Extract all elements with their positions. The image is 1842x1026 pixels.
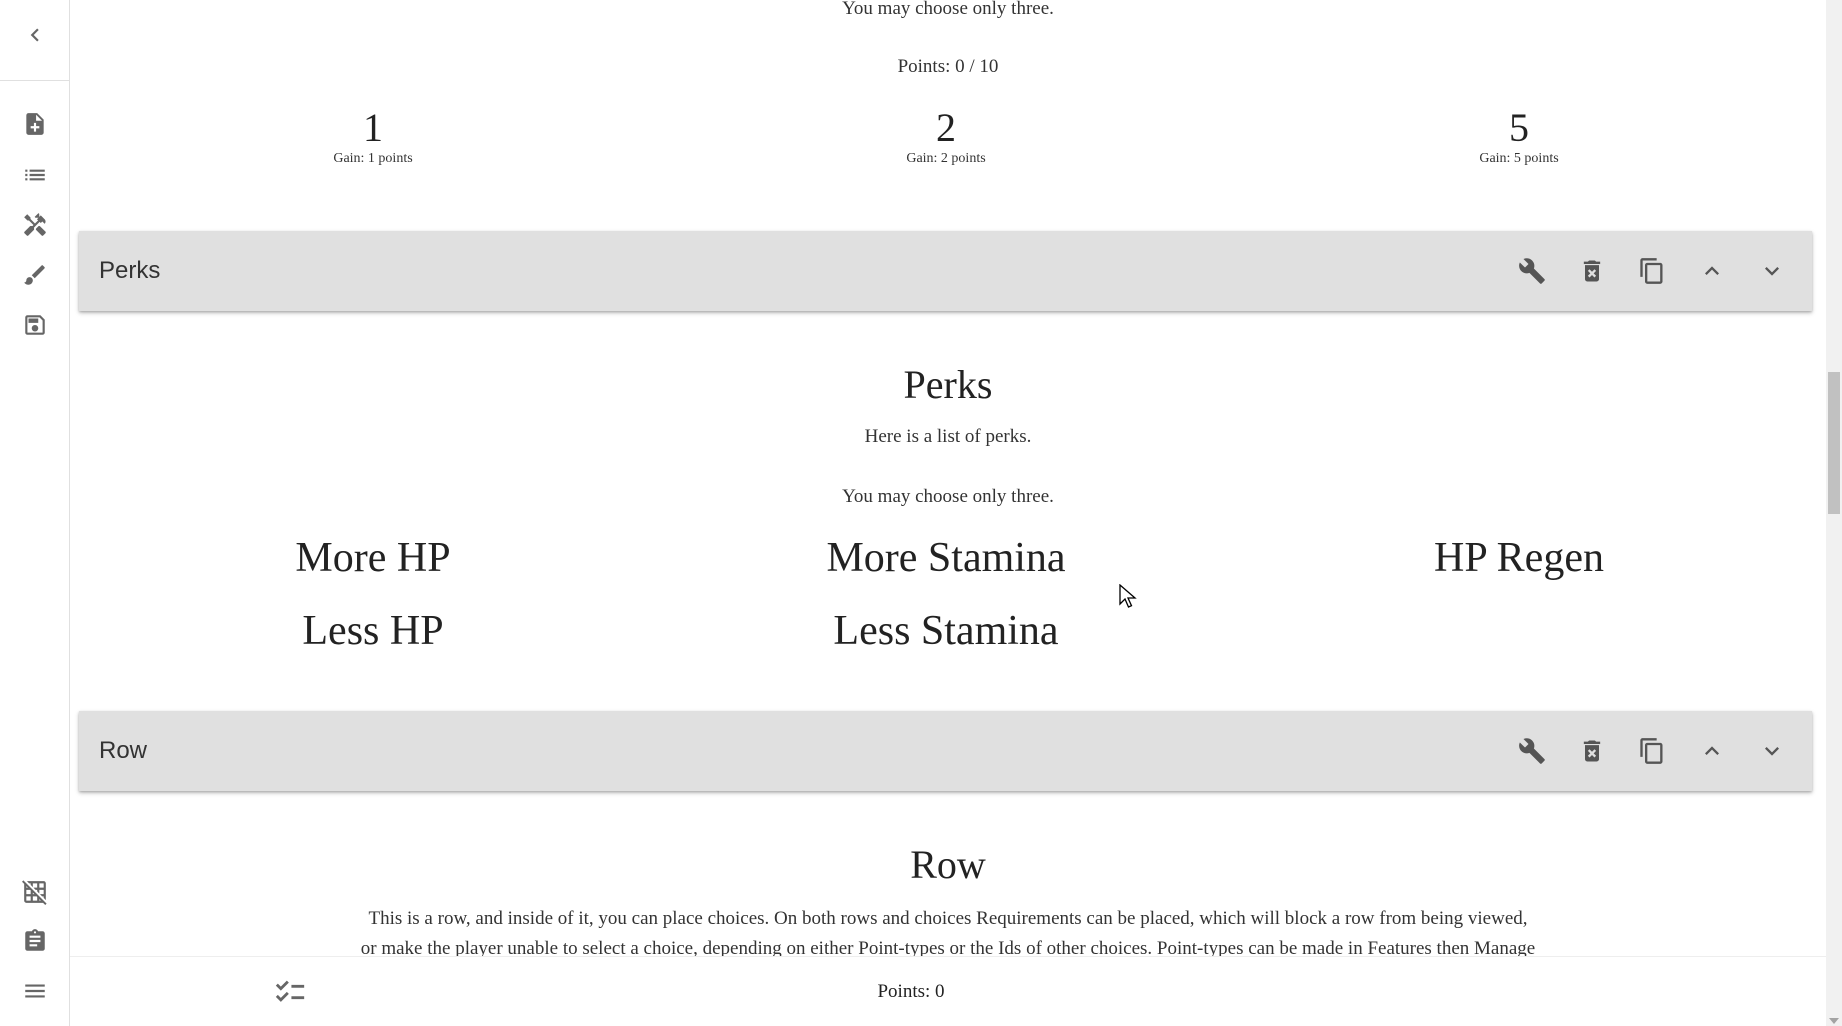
perk-more-stamina[interactable]: More Stamina [746, 534, 1146, 582]
chevron-up-icon[interactable] [1682, 241, 1742, 301]
perks-section-title: Perks [903, 362, 993, 407]
back-chevron-icon[interactable] [17, 17, 53, 53]
perk-hp-regen[interactable]: HP Regen [1319, 534, 1719, 582]
choice-value: 2 [936, 105, 956, 150]
copy-icon[interactable] [1622, 241, 1682, 301]
list-icon[interactable] [17, 157, 53, 193]
clipboard-icon[interactable] [17, 923, 53, 959]
perk-less-stamina[interactable]: Less Stamina [746, 607, 1146, 655]
chevron-down-icon[interactable] [1742, 721, 1802, 781]
row-header-title: Perks [99, 257, 161, 284]
perk-more-hp[interactable]: More HP [173, 534, 573, 582]
row-description-line-1: This is a row, and inside of it, you can… [368, 908, 1528, 929]
choice-gain: Gain: 1 points [333, 151, 413, 166]
save-icon[interactable] [17, 307, 53, 343]
left-sidebar [0, 0, 70, 1026]
choice-gain: Gain: 2 points [906, 151, 986, 166]
main-content: You may choose only three. Points: 0 / 1… [70, 0, 1826, 956]
top-restriction-text: You may choose only three. [842, 0, 1054, 19]
row-section-title: Row [910, 842, 986, 887]
vertical-scrollbar[interactable] [1826, 0, 1842, 1026]
choice-gain: Gain: 5 points [1479, 151, 1559, 166]
footer-bar: Points: 0 [70, 956, 1826, 1026]
tools-icon[interactable] [17, 207, 53, 243]
choice-card-1[interactable]: 1 Gain: 1 points [173, 104, 573, 167]
perks-description: Here is a list of perks. [864, 426, 1032, 447]
sidebar-top [0, 0, 70, 81]
wrench-icon[interactable] [1502, 721, 1562, 781]
brush-icon[interactable] [17, 257, 53, 293]
choice-value: 5 [1509, 105, 1529, 150]
scrollbar-thumb[interactable] [1828, 372, 1840, 514]
perk-less-hp[interactable]: Less HP [173, 607, 573, 655]
grid-off-icon[interactable] [17, 874, 53, 910]
row-header-title: Row [99, 737, 148, 764]
row-description-line-2: or make the player unable to select a ch… [360, 938, 1536, 956]
row-row-header[interactable]: Row [79, 711, 1812, 791]
top-points-text: Points: 0 / 10 [897, 56, 999, 77]
chevron-up-icon[interactable] [1682, 721, 1742, 781]
footer-points-text: Points: 0 [877, 981, 945, 1002]
scroll-down-arrow-icon[interactable] [1829, 1018, 1839, 1024]
perks-restriction: You may choose only three. [842, 486, 1054, 507]
perks-row-header[interactable]: Perks [79, 231, 1812, 311]
delete-icon[interactable] [1562, 721, 1622, 781]
wrench-icon[interactable] [1502, 241, 1562, 301]
choice-value: 1 [363, 105, 383, 150]
choice-card-2[interactable]: 2 Gain: 2 points [746, 104, 1146, 167]
delete-icon[interactable] [1562, 241, 1622, 301]
chevron-down-icon[interactable] [1742, 241, 1802, 301]
menu-icon[interactable] [17, 973, 53, 1009]
copy-icon[interactable] [1622, 721, 1682, 781]
row-header-actions [1502, 231, 1812, 311]
mouse-cursor-icon [1119, 584, 1137, 608]
row-header-actions [1502, 711, 1812, 791]
choice-card-3[interactable]: 5 Gain: 5 points [1319, 104, 1719, 167]
add-document-icon[interactable] [17, 106, 53, 142]
